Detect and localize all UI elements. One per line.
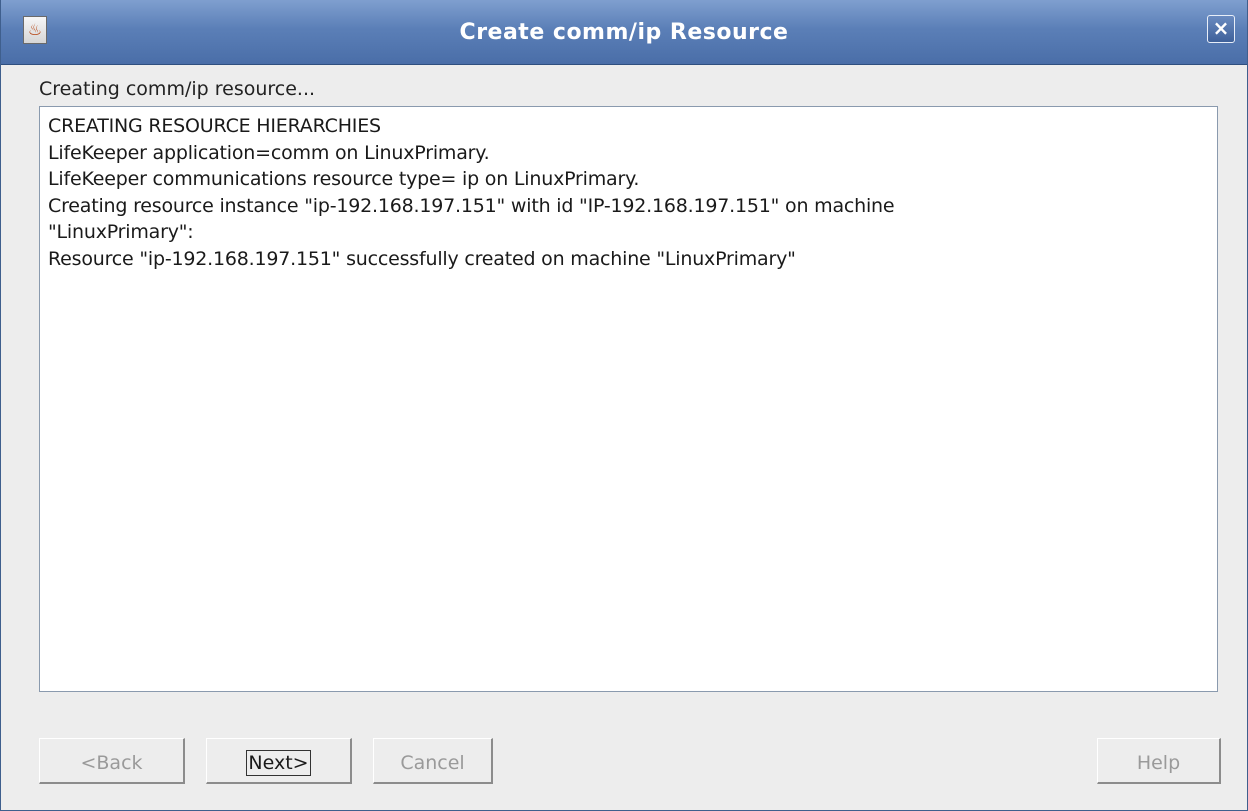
log-line: "LinuxPrimary": bbox=[48, 221, 194, 243]
log-line: LifeKeeper application=comm on LinuxPrim… bbox=[48, 141, 490, 164]
next-button-label: Next> bbox=[246, 750, 311, 776]
help-button-label: Help bbox=[1136, 752, 1181, 774]
window-title: Create comm/ip Resource bbox=[459, 20, 789, 45]
back-button-label: <Back bbox=[80, 752, 143, 774]
cancel-button[interactable]: Cancel bbox=[373, 738, 493, 784]
close-button[interactable]: × bbox=[1207, 15, 1235, 43]
status-text: Creating comm/ip resource... bbox=[39, 78, 316, 100]
title-bar[interactable]: ♨ Create comm/ip Resource × bbox=[1, 0, 1247, 65]
log-line: Creating resource instance "ip-192.168.1… bbox=[48, 194, 895, 217]
dialog-window: ♨ Create comm/ip Resource × Creating com… bbox=[0, 0, 1248, 811]
back-button[interactable]: <Back bbox=[39, 738, 185, 784]
next-button[interactable]: Next> bbox=[206, 738, 352, 784]
log-output-area[interactable]: CREATING RESOURCE HIERARCHIES LifeKeeper… bbox=[39, 106, 1218, 692]
log-line: Resource "ip-192.168.197.151" successful… bbox=[48, 247, 796, 270]
help-button[interactable]: Help bbox=[1097, 738, 1221, 784]
log-line: CREATING RESOURCE HIERARCHIES bbox=[48, 115, 381, 137]
cancel-button-label: Cancel bbox=[400, 752, 465, 774]
log-line: LifeKeeper communications resource type=… bbox=[48, 168, 640, 190]
